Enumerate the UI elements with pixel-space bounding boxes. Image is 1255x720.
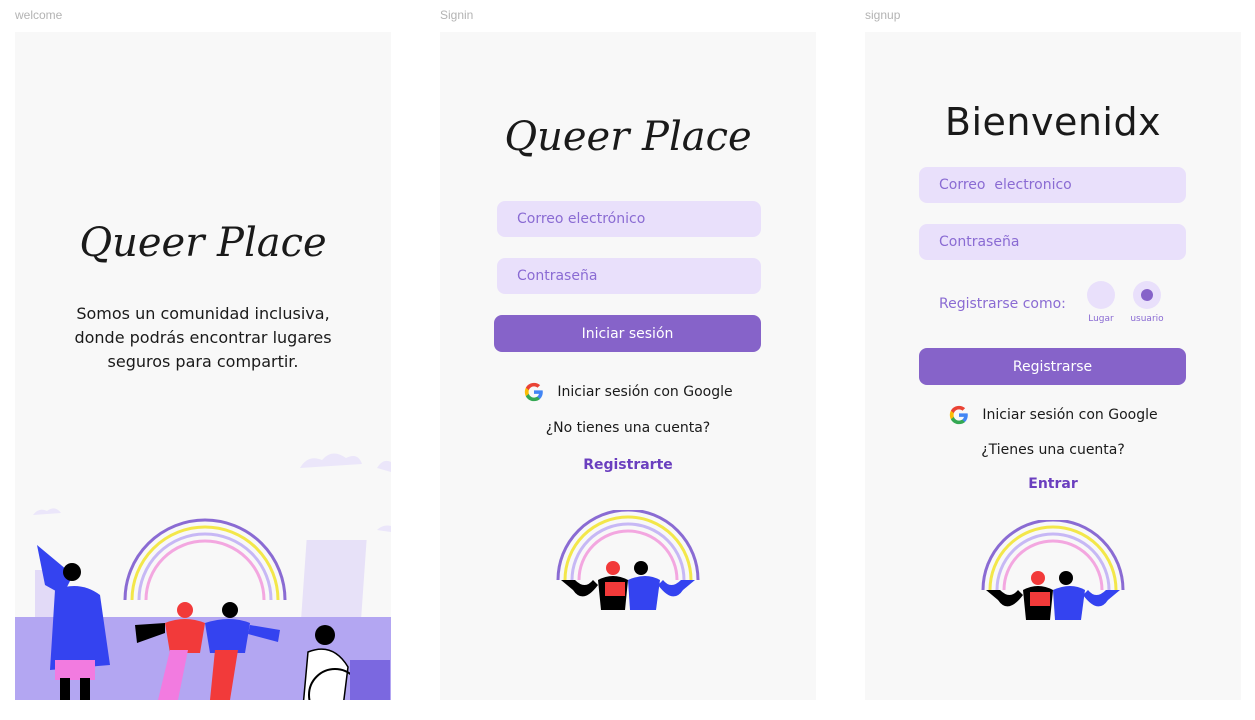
radio-selected-dot [1141, 289, 1153, 301]
login-link[interactable]: Entrar [865, 476, 1241, 492]
have-account-text: ¿Tienes una cuenta? [981, 442, 1125, 458]
no-account-text: ¿No tienes una cuenta? [545, 420, 711, 436]
email-field[interactable] [497, 201, 761, 237]
role-option-lugar-label: Lugar [1088, 314, 1114, 324]
password-field[interactable] [919, 224, 1186, 260]
app-logo: Queer Place [504, 114, 752, 160]
rainbow-friends-illustration [981, 520, 1125, 620]
email-field[interactable] [919, 167, 1186, 203]
role-option-usuario[interactable] [1133, 281, 1161, 309]
frame-label-signup: signup [865, 8, 901, 22]
community-illustration [15, 453, 391, 700]
password-field[interactable] [497, 258, 761, 294]
welcome-tagline: Somos un comunidad inclusiva, donde podr… [74, 304, 332, 371]
google-signin-label: Iniciar sesión con Google [557, 384, 733, 400]
role-option-usuario-label: usuario [1130, 314, 1164, 324]
register-link[interactable]: Registrarte [440, 457, 816, 473]
frame-label-signin: Signin [440, 8, 474, 22]
signup-screen: Bienvenidx Registrarse como: Lugar usuar… [865, 32, 1241, 700]
google-icon [525, 382, 544, 402]
app-logo: Queer Place [79, 220, 327, 266]
google-signin-button[interactable]: Iniciar sesión con Google [865, 404, 1241, 426]
role-option-lugar[interactable] [1087, 281, 1115, 309]
register-button[interactable]: Registrarse [919, 348, 1186, 385]
login-button[interactable]: Iniciar sesión [494, 315, 761, 352]
register-as-label: Registrarse como: [939, 296, 1066, 312]
google-signin-button[interactable]: Iniciar sesión con Google [440, 381, 816, 403]
page-title: Bienvenidx [944, 100, 1162, 144]
google-signin-label: Iniciar sesión con Google [982, 407, 1158, 423]
rainbow-friends-illustration [556, 510, 700, 610]
signin-screen: Queer Place Iniciar sesión Iniciar sesió… [440, 32, 816, 700]
frame-label-welcome: welcome [15, 8, 63, 22]
google-icon [950, 405, 969, 425]
welcome-screen: Queer Place Somos un comunidad inclusiva… [15, 32, 391, 700]
